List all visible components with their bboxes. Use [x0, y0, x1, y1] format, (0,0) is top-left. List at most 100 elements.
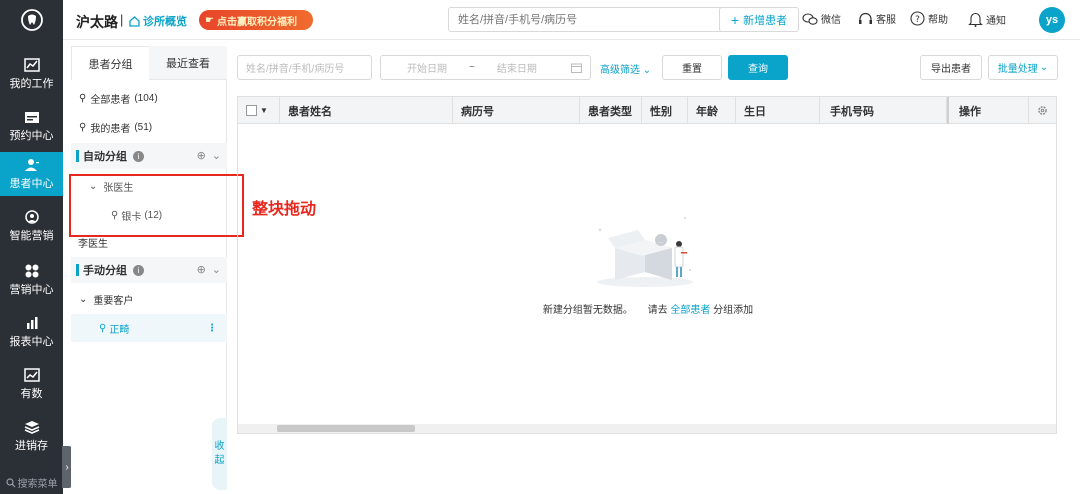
group-label: 重要客户: [93, 295, 134, 307]
wechat-button[interactable]: 微信: [802, 11, 841, 26]
scrollbar-thumb[interactable]: [277, 425, 415, 432]
keyword-placeholder: 姓名/拼音/手机/病历号: [246, 64, 345, 75]
chevron-down-icon: ⌄: [1039, 62, 1049, 73]
group-tabs: 患者分组 最近查看: [71, 46, 227, 80]
column-settings[interactable]: [1029, 97, 1056, 124]
column-age[interactable]: 年龄: [688, 97, 736, 124]
nav-item-my-work[interactable]: 我的工作: [0, 52, 63, 96]
column-patient-type[interactable]: 患者类型: [580, 97, 642, 124]
collapse-panel-button[interactable]: 收起: [212, 418, 227, 490]
chevron-down-icon[interactable]: ⌄: [212, 263, 221, 276]
tab-recent-viewed[interactable]: 最近查看: [149, 46, 227, 80]
nav-item-report-center[interactable]: 报表中心: [0, 310, 63, 354]
add-circle-icon[interactable]: ⊕: [197, 149, 206, 162]
chevron-down-icon: ⌄: [79, 293, 88, 305]
customer-service-button[interactable]: 客服: [858, 11, 896, 26]
date-range-picker[interactable]: 开始日期 ~ 结束日期: [380, 55, 591, 80]
nav-item-patient-center[interactable]: 患者中心: [0, 152, 63, 196]
manual-group-section: 手动分组 i ⊕ ⌄: [71, 257, 227, 283]
nav-item-inventory[interactable]: 进销存: [0, 414, 63, 458]
group-label: 正畸: [109, 324, 130, 336]
promo-banner[interactable]: ☛ 点击赢取积分福利: [199, 10, 313, 30]
group-item-my-patients[interactable]: ⚲ 我的患者 (51): [71, 113, 227, 141]
empty-state-message: 新建分组暂无数据。 请去 全部患者 分组添加: [238, 301, 1058, 316]
section-controls: ⊕ ⌄: [197, 263, 221, 276]
column-birthday[interactable]: 生日: [736, 97, 820, 124]
drag-annotation-box: [69, 174, 244, 237]
section-title: 自动分组: [83, 151, 127, 163]
stack-icon: [24, 421, 39, 434]
bell-icon: [968, 12, 983, 27]
export-patients-button[interactable]: 导出患者: [920, 55, 982, 80]
nav-label: 有数: [20, 388, 43, 400]
search-menu[interactable]: 搜索菜单: [0, 471, 63, 494]
column-patient-name[interactable]: 患者姓名: [280, 97, 453, 124]
section-accent-bar: [76, 264, 79, 276]
help-icon: ?: [910, 11, 925, 26]
grid-icon: [25, 264, 38, 278]
info-icon[interactable]: i: [133, 150, 144, 162]
column-phone[interactable]: 手机号码: [820, 97, 947, 124]
tooth-logo-icon: [20, 9, 43, 31]
group-item-all-patients[interactable]: ⚲ 全部患者 (104): [71, 84, 227, 112]
user-icon: [24, 159, 39, 171]
advanced-filter-toggle[interactable]: 高级筛选 ⌄: [600, 61, 651, 76]
patient-group-panel: 患者分组 最近查看 ⚲ 全部患者 (104) ⚲ 我的患者 (51) 自动分组 …: [71, 46, 227, 490]
title-separator: |: [120, 12, 124, 27]
more-vertical-icon[interactable]: ⋮: [207, 323, 217, 334]
select-all-checkbox[interactable]: [246, 105, 257, 116]
add-patient-button[interactable]: + 新增患者: [719, 7, 799, 32]
column-actions[interactable]: 操作: [947, 97, 1029, 124]
svg-text:?: ?: [915, 15, 920, 25]
user-avatar[interactable]: ys: [1039, 7, 1065, 33]
empty-text-2: 请去: [647, 305, 668, 316]
tab-patient-groups[interactable]: 患者分组: [71, 46, 149, 80]
section-title: 手动分组: [83, 265, 127, 277]
horizontal-scrollbar[interactable]: [238, 424, 1056, 433]
reset-button[interactable]: 重置: [662, 55, 722, 80]
person-icon: ⚲: [79, 121, 87, 133]
caret-down-icon[interactable]: ▼: [260, 106, 268, 115]
plus-icon: +: [730, 11, 740, 28]
add-circle-icon[interactable]: ⊕: [197, 263, 206, 276]
top-bar: 沪太路 | 诊所概览 ☛ 点击赢取积分福利 + 新增患者 微信 客服 ? 帮助 …: [63, 0, 1080, 40]
select-all-header: ▼: [238, 97, 280, 124]
calendar-icon: [571, 63, 582, 73]
section-controls: ⊕ ⌄: [197, 149, 221, 162]
empty-state-illustration: …: [597, 216, 693, 287]
all-patients-link[interactable]: 全部患者: [670, 305, 710, 316]
date-tilde: ~: [469, 62, 475, 73]
column-record-number[interactable]: 病历号: [453, 97, 580, 124]
nav-label: 预约中心: [9, 130, 54, 142]
batch-actions-dropdown[interactable]: 批量处理 ⌄: [988, 55, 1058, 80]
clinic-overview-link[interactable]: 诊所概览: [129, 13, 187, 29]
marketing-icon: [24, 210, 39, 224]
patient-keyword-input[interactable]: 姓名/拼音/手机/病历号: [237, 55, 372, 80]
notification-button[interactable]: 通知: [968, 11, 1006, 27]
app-logo[interactable]: [0, 0, 63, 40]
nav-item-youshu[interactable]: 有数: [0, 362, 63, 406]
group-count: (104): [134, 92, 158, 104]
empty-text-3: 分组添加: [713, 305, 754, 316]
group-item-orthodontics[interactable]: ⚲ 正畸 ⋮: [71, 314, 227, 342]
person-icon: ⚲: [79, 92, 87, 104]
nav-item-appointment[interactable]: 预约中心: [0, 104, 63, 148]
batch-label: 批量处理: [997, 64, 1038, 75]
nav-label: 报表中心: [9, 336, 54, 348]
clinic-name[interactable]: 沪太路: [76, 12, 118, 32]
column-gender[interactable]: 性别: [642, 97, 688, 124]
nav-item-smart-marketing[interactable]: 智能营销: [0, 204, 63, 248]
query-button[interactable]: 查询: [728, 55, 788, 80]
hand-pointer-icon: ☛: [205, 14, 214, 26]
group-item-vip-customers[interactable]: ⌄ 重要客户: [71, 285, 227, 313]
nav-item-marketing-center[interactable]: 营销中心: [0, 258, 63, 302]
overview-label: 诊所概览: [143, 16, 187, 28]
search-menu-label: 搜索菜单: [17, 479, 58, 490]
help-button[interactable]: ? 帮助: [910, 11, 948, 26]
help-label: 帮助: [928, 15, 948, 26]
info-icon[interactable]: i: [133, 264, 144, 276]
promo-label: 点击赢取积分福利: [216, 16, 297, 28]
chevron-down-icon[interactable]: ⌄: [212, 149, 221, 162]
group-label: 我的患者: [90, 123, 131, 135]
auto-group-section: 自动分组 i ⊕ ⌄: [71, 143, 227, 169]
